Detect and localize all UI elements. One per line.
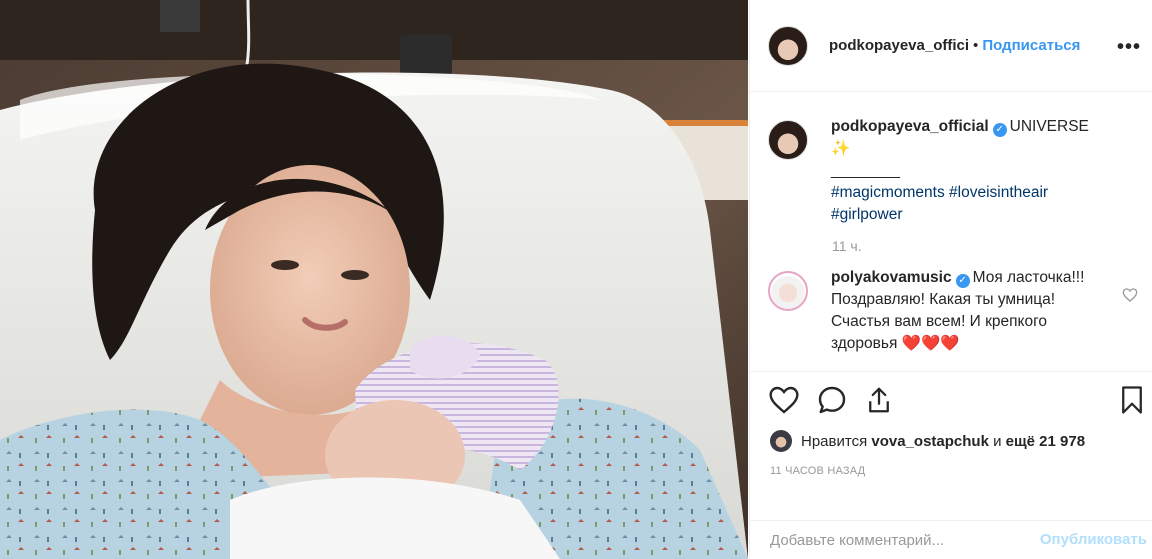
comments-list: podkopayeva_official ✓ UNIVERSE ✨ ________… <box>768 116 1138 355</box>
caption-time[interactable]: 11 ч. <box>832 238 1138 254</box>
follow-button[interactable]: Подписаться <box>982 37 1080 54</box>
caption-username[interactable]: podkopayeva_official <box>831 118 989 135</box>
comment-input[interactable] <box>770 531 1010 550</box>
bookmark-icon[interactable] <box>1117 384 1147 416</box>
likes-count[interactable]: ещё 21 978 <box>1006 433 1085 450</box>
verified-badge-icon: ✓ <box>992 123 1007 137</box>
caption-text: UNIVERSE <box>1009 118 1089 135</box>
hearts-emoji: ❤️❤️❤️ <box>901 335 960 352</box>
hashtags-line-1[interactable]: #magicmoments #loveisintheair <box>831 184 1048 201</box>
comment: polyakovamusic ✓ Моя ласточка!!! Поздравля… <box>768 267 1138 355</box>
likes-and: и <box>993 432 1002 450</box>
bookmark-button[interactable] <box>1117 384 1147 416</box>
caption-body: podkopayeva_official ✓ UNIVERSE ✨ ________… <box>831 116 1109 226</box>
comment-body: polyakovamusic ✓ Моя ласточка!!! Поздравля… <box>831 267 1109 355</box>
caption: podkopayeva_official ✓ UNIVERSE ✨ ________… <box>768 116 1138 226</box>
liker-avatar[interactable] <box>770 430 792 452</box>
comment-icon[interactable] <box>816 384 848 416</box>
heart-icon[interactable] <box>768 384 800 416</box>
post-sidebar: podkopayeva_offici • Подписаться ••• pod… <box>749 0 1152 559</box>
separator-dot: • <box>973 37 979 54</box>
publish-button[interactable]: Опубликовать <box>1040 531 1147 548</box>
liker-username[interactable]: vova_ostapchuk <box>871 433 989 450</box>
actions-section: Нравится vova_ostapchuk и ещё 21 978 11 … <box>750 371 1152 521</box>
post-header: podkopayeva_offici • Подписаться ••• <box>750 0 1152 92</box>
likes-prefix: Нравится <box>801 432 868 450</box>
commenter-avatar[interactable] <box>768 271 808 311</box>
hashtags-line-2[interactable]: #girlpower <box>831 206 903 223</box>
commenter-username[interactable]: polyakovamusic <box>831 269 952 286</box>
verified-badge-icon: ✓ <box>955 274 970 288</box>
post-photo[interactable] <box>0 0 748 559</box>
add-comment-bar: Опубликовать <box>750 520 1152 559</box>
likes-summary: Нравится vova_ostapchuk и ещё 21 978 <box>770 430 1085 452</box>
author-avatar[interactable] <box>768 25 808 66</box>
comment-like-heart-icon[interactable] <box>1122 287 1138 303</box>
photo-image <box>0 0 748 559</box>
post-timestamp[interactable]: 11 ЧАСОВ НАЗАД <box>770 465 865 477</box>
action-icons <box>768 384 894 416</box>
share-icon[interactable] <box>864 384 894 416</box>
more-options-icon[interactable]: ••• <box>1117 36 1141 59</box>
author-username[interactable]: podkopayeva_offici <box>829 37 969 54</box>
caption-avatar[interactable] <box>768 120 808 160</box>
sparkles-emoji: ✨ <box>831 140 851 157</box>
caption-divider: ________ <box>831 162 900 179</box>
